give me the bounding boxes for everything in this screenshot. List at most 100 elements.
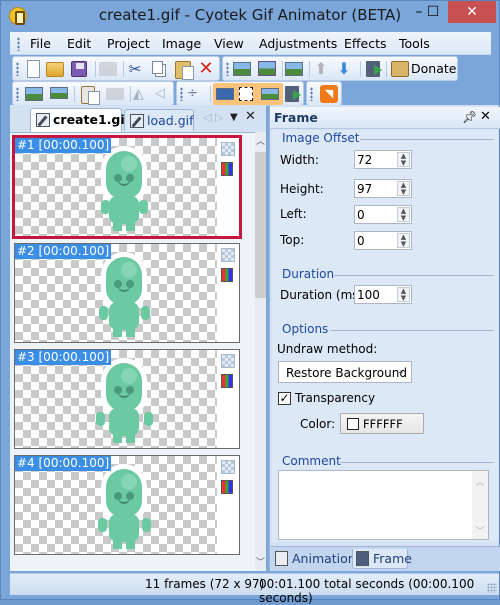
left-input[interactable]: 0 ▲ ▼: [354, 205, 412, 224]
palette-icon[interactable]: [221, 268, 233, 282]
show-transparency-icon[interactable]: [239, 87, 253, 101]
add-image-icon[interactable]: [285, 62, 303, 76]
menu-project[interactable]: Project: [107, 36, 150, 51]
print-icon[interactable]: [99, 62, 117, 76]
rss-feed-icon[interactable]: ◥: [320, 85, 338, 103]
undraw-method-select[interactable]: Restore Background ⌄: [278, 361, 412, 383]
show-labels-icon[interactable]: [216, 88, 234, 100]
close-button[interactable]: ✕: [448, 1, 496, 23]
save-image-icon[interactable]: [233, 62, 251, 76]
width-input[interactable]: 72 ▲ ▼: [354, 150, 412, 169]
left-stepper[interactable]: ▲ ▼: [397, 207, 410, 222]
menu-image[interactable]: Image: [162, 36, 201, 51]
flip-horizontal-icon[interactable]: ◭: [133, 85, 151, 103]
transparency-icon[interactable]: [221, 460, 235, 474]
menu-view[interactable]: View: [214, 36, 244, 51]
color-swatch: [347, 418, 359, 430]
toolbar-grip[interactable]: [16, 87, 19, 101]
color-picker-button[interactable]: FFFFFF: [340, 413, 424, 434]
frame-thumbnail[interactable]: #4 [00:00.100]: [14, 455, 240, 555]
close-tab-icon[interactable]: ✕: [245, 109, 256, 124]
menu-file[interactable]: File: [30, 36, 51, 51]
save-all-images-icon[interactable]: [258, 61, 276, 76]
flip-vertical-icon[interactable]: ◁: [155, 85, 173, 103]
scroll-up-icon[interactable]: ︿: [472, 475, 488, 488]
width-value: 72: [357, 153, 373, 167]
toolbar-grip[interactable]: [16, 62, 19, 76]
panel-tabs: Animation Frame: [270, 546, 500, 571]
save-icon[interactable]: [71, 61, 87, 77]
top-input[interactable]: 0 ▲ ▼: [354, 231, 412, 250]
frame-image: [99, 252, 150, 338]
menu-grip[interactable]: [17, 37, 20, 51]
frame-actions: [221, 142, 235, 176]
frame-thumbnail[interactable]: #3 [00:00.100]: [14, 349, 240, 449]
tab-scroll-right-icon[interactable]: ▷: [215, 111, 223, 124]
donate-icon[interactable]: [391, 61, 409, 77]
tile-frames-icon[interactable]: [106, 88, 124, 100]
adjust-colors-icon[interactable]: [50, 87, 68, 99]
menu-tools[interactable]: Tools: [399, 36, 430, 51]
frame-thumbnail[interactable]: #1 [00:00.100]: [12, 135, 242, 239]
show-details-icon[interactable]: [261, 88, 279, 100]
move-up-icon[interactable]: ⬆: [312, 60, 330, 78]
height-input[interactable]: 97 ▲ ▼: [354, 179, 412, 198]
resize-grip[interactable]: [487, 583, 497, 593]
menu-edit[interactable]: Edit: [67, 36, 91, 51]
frame-label: #4 [00:00.100]: [15, 456, 112, 471]
tab-create1[interactable]: create1.gif: [30, 108, 130, 132]
scroll-up-icon[interactable]: ︿: [255, 134, 266, 148]
open-folder-icon[interactable]: [46, 62, 64, 77]
tab-animation[interactable]: Animation: [272, 549, 356, 569]
feed-toolbar: ◥: [306, 81, 342, 106]
scroll-thumb[interactable]: [255, 152, 266, 298]
film-favorite-icon[interactable]: [285, 86, 301, 102]
transparency-icon[interactable]: [221, 248, 235, 262]
new-document-icon[interactable]: [27, 60, 40, 78]
donate-button[interactable]: Donate: [411, 61, 456, 76]
transparency-icon[interactable]: [221, 354, 235, 368]
delete-icon[interactable]: ✕: [197, 60, 215, 78]
scroll-down-icon[interactable]: ﹀: [472, 524, 488, 537]
maximize-button[interactable]: ☐: [419, 1, 447, 23]
toolbar-grip[interactable]: [226, 62, 229, 76]
transparency-checkbox[interactable]: ✓: [278, 392, 291, 405]
frame-properties-icon[interactable]: [81, 86, 100, 105]
play-animation-icon[interactable]: [366, 61, 382, 77]
menu-effects[interactable]: Effects: [344, 36, 387, 51]
copy-icon[interactable]: [152, 61, 163, 74]
comment-scrollbar[interactable]: ︿ ﹀: [472, 471, 488, 539]
width-stepper[interactable]: ▲ ▼: [397, 152, 410, 167]
cut-icon[interactable]: ✂: [126, 60, 144, 78]
toolbar-grip[interactable]: [180, 87, 183, 101]
panel-header: Frame 📌︎ ✕: [270, 107, 500, 129]
tab-list-icon[interactable]: ▼: [230, 112, 238, 123]
paste-icon[interactable]: [175, 61, 194, 80]
separator: [130, 86, 131, 102]
palette-icon[interactable]: [221, 162, 233, 176]
height-stepper[interactable]: ▲ ▼: [397, 181, 410, 196]
palette-icon[interactable]: [221, 374, 233, 388]
frame-list-scrollbar[interactable]: ︿ ﹀: [255, 132, 266, 571]
separator: [309, 61, 310, 77]
scroll-down-icon[interactable]: ﹀: [255, 555, 266, 569]
tab-frame[interactable]: Frame: [352, 549, 412, 569]
edit-image-icon[interactable]: [25, 87, 43, 101]
duration-input[interactable]: 100 ▲ ▼: [354, 285, 412, 304]
duration-stepper[interactable]: ▲ ▼: [397, 287, 410, 302]
tab-load[interactable]: load.gif: [124, 109, 194, 131]
insert-separator-icon[interactable]: ÷: [187, 85, 205, 103]
close-panel-icon[interactable]: ✕: [480, 109, 491, 124]
tab-scroll-left-icon[interactable]: ◁: [203, 111, 211, 124]
top-stepper[interactable]: ▲ ▼: [397, 233, 410, 248]
comment-textarea[interactable]: ︿ ﹀: [278, 470, 489, 540]
pin-icon[interactable]: 📌︎: [462, 110, 477, 124]
undraw-method-value: Restore Background: [286, 366, 407, 380]
transparency-icon[interactable]: [221, 142, 235, 156]
toolbar-grip[interactable]: [310, 87, 313, 101]
menu-adjustments[interactable]: Adjustments: [259, 36, 337, 51]
move-down-icon[interactable]: ⬇: [335, 60, 353, 78]
group-duration: Duration: [282, 267, 335, 281]
palette-icon[interactable]: [221, 480, 233, 494]
frame-thumbnail[interactable]: #2 [00:00.100]: [14, 243, 240, 343]
